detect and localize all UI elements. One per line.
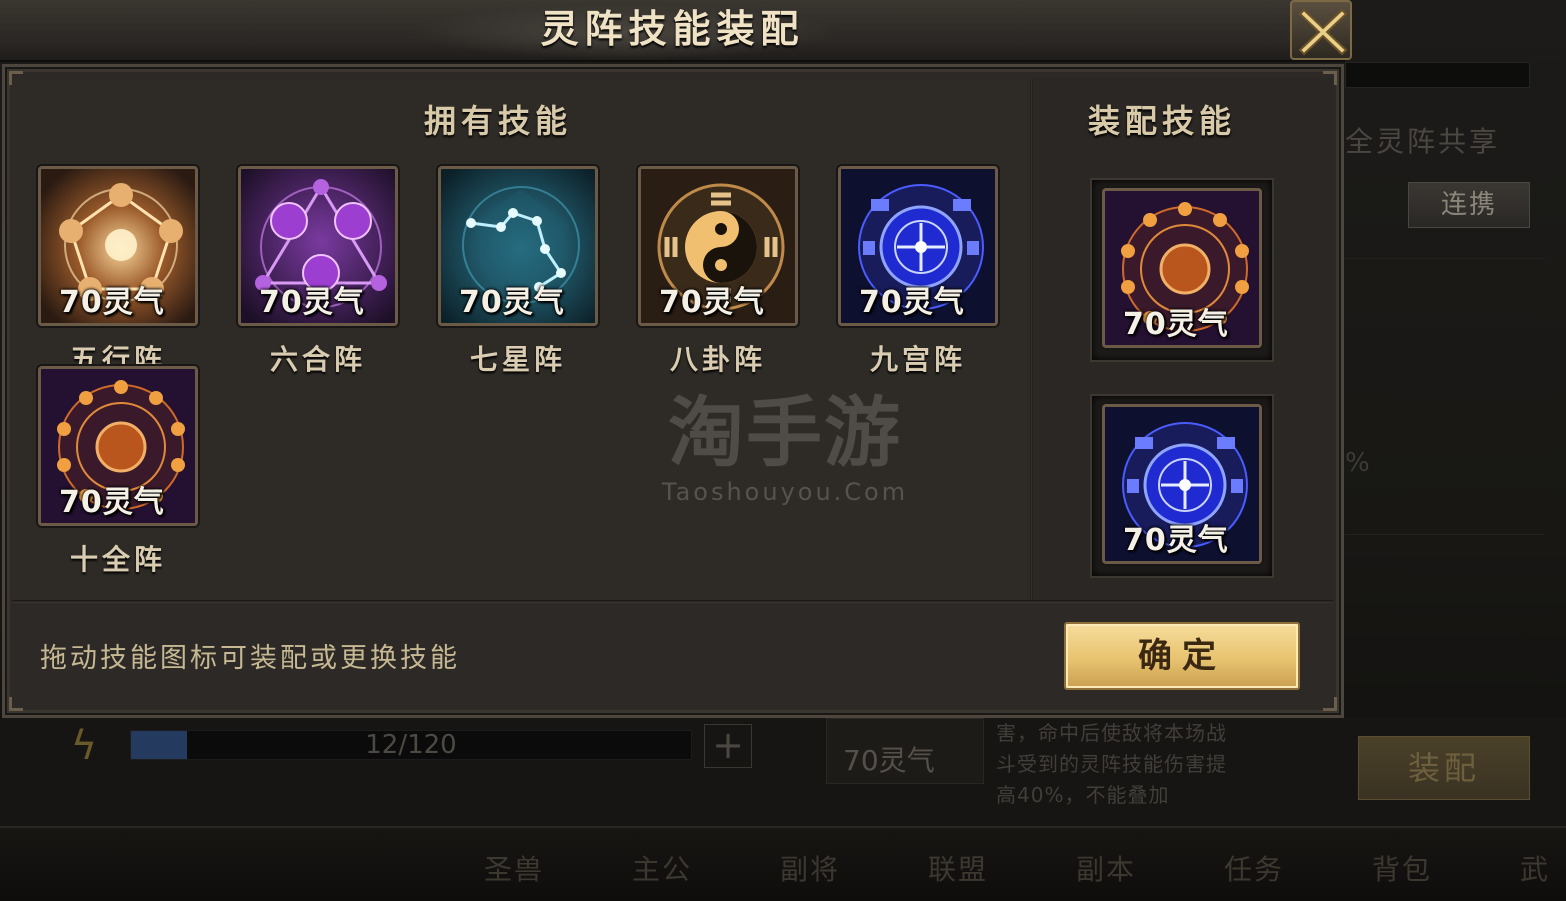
spirit-energy-bar: 12/120 xyxy=(130,730,692,760)
nav-item: 副将 xyxy=(780,853,841,886)
close-x-icon xyxy=(1298,8,1348,56)
skill-name: 七星阵 xyxy=(469,343,566,376)
skill-card-liuhe[interactable]: 70灵气 六合阵 xyxy=(238,166,398,378)
bg-desc-line: 斗受到的灵阵技能伤害提 xyxy=(996,752,1227,776)
skill-icon-frame: 70灵气 xyxy=(38,366,198,526)
bg-divider xyxy=(1345,258,1545,259)
bg-equip-button: 装配 xyxy=(1358,736,1530,800)
skill-icon-frame: 70灵气 xyxy=(638,166,798,326)
equipped-skill-jiugong[interactable]: 70灵气 xyxy=(1102,404,1262,564)
nav-item: 任务 xyxy=(1224,853,1285,886)
bg-link-button: 连携 xyxy=(1408,182,1530,228)
skill-icon-frame: 70灵气 xyxy=(38,166,198,326)
dialog-title: 灵阵技能装配 xyxy=(540,6,805,51)
bg-percent-fragment: % xyxy=(1345,448,1370,478)
skill-card-shiquan[interactable]: 70灵气 十全阵 xyxy=(38,366,198,578)
dialog-title-bar: 灵阵技能装配 xyxy=(0,0,1345,62)
bg-desc-line: 高40%，不能叠加 xyxy=(996,783,1170,807)
skill-card-jiugong[interactable]: 70灵气 九宫阵 xyxy=(838,166,998,378)
skill-cost: 70灵气 xyxy=(259,285,365,320)
nav-item: 联盟 xyxy=(928,853,989,886)
bg-skill-icon: 70灵气 xyxy=(826,718,984,784)
nav-item: 主公 xyxy=(632,853,693,886)
bg-skill-cost: 70灵气 xyxy=(843,744,935,777)
confirm-button[interactable]: 确定 xyxy=(1064,622,1300,690)
equipped-skill-shiquan[interactable]: 70灵气 xyxy=(1102,188,1262,348)
bg-share-text: 全灵阵共享 xyxy=(1345,125,1501,158)
skill-cost: 70灵气 xyxy=(59,485,165,520)
skill-cost: 70灵气 xyxy=(1123,307,1229,342)
skill-cost: 70灵气 xyxy=(1123,523,1229,558)
bg-skill-description: 害，命中后使敌将本场战 斗受到的灵阵技能伤害提 高40%，不能叠加 xyxy=(996,718,1336,811)
nav-item: 圣兽 xyxy=(484,853,545,886)
nav-item: 背包 xyxy=(1372,853,1433,886)
skill-cost: 70灵气 xyxy=(459,285,565,320)
skill-icon-frame: 70灵气 xyxy=(838,166,998,326)
nav-item: 武 xyxy=(1520,853,1551,886)
skill-cost: 70灵气 xyxy=(59,285,165,320)
bg-divider xyxy=(1345,534,1545,535)
skill-icon-frame: 70灵气 xyxy=(238,166,398,326)
equip-slot-1[interactable]: 70灵气 xyxy=(1090,178,1274,362)
equip-slot-2[interactable]: 70灵气 xyxy=(1090,394,1274,578)
owned-skills-title: 拥有技能 xyxy=(424,102,573,140)
skill-name: 九宫阵 xyxy=(869,343,966,376)
skill-name: 十全阵 xyxy=(69,543,166,576)
bg-top-bar xyxy=(1345,62,1530,88)
skill-name: 六合阵 xyxy=(269,343,366,376)
bg-desc-line: 害，命中后使敌将本场战 xyxy=(996,721,1227,745)
spirit-energy-text: 12/120 xyxy=(365,730,457,760)
skill-cost: 70灵气 xyxy=(659,285,765,320)
skill-name: 八卦阵 xyxy=(669,343,766,376)
skill-cost: 70灵气 xyxy=(859,285,965,320)
drag-hint-text: 拖动技能图标可装配或更换技能 xyxy=(40,643,460,674)
spirit-energy-icon: ϟ xyxy=(70,723,98,769)
skill-icon-frame: 70灵气 xyxy=(438,166,598,326)
add-energy-button: + xyxy=(704,724,752,768)
nav-item: 副本 xyxy=(1076,853,1137,886)
equipped-skills-title: 装配技能 xyxy=(1088,102,1237,140)
skill-card-qixing[interactable]: 70灵气 七星阵 xyxy=(438,166,598,378)
close-button[interactable] xyxy=(1290,0,1352,60)
skill-card-bagua[interactable]: 70灵气 八卦阵 xyxy=(638,166,798,378)
game-screen: 全灵阵共享 连携 % ϟ 12/120 + 70灵气 害，命中后使敌将本场战 斗… xyxy=(0,0,1566,901)
skill-card-wuxing[interactable]: 70灵气 五行阵 xyxy=(38,166,198,378)
